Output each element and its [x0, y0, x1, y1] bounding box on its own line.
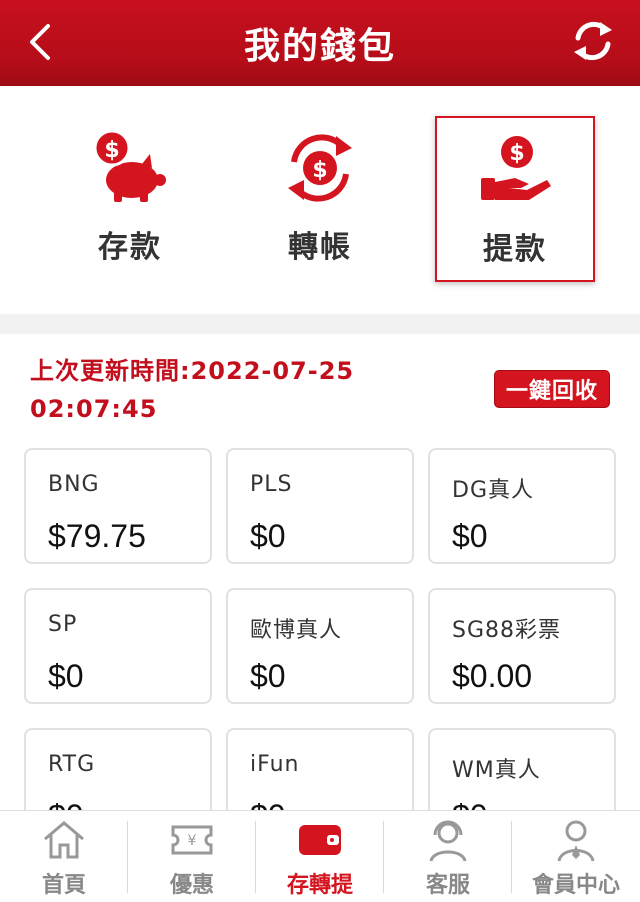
withdraw-label: 提款	[483, 232, 547, 267]
header-bar: 我的錢包	[0, 0, 640, 86]
balance-card[interactable]: SP $0	[24, 588, 212, 704]
balance-card[interactable]: RTG $0	[24, 728, 212, 810]
bottom-tab-bar: 首頁 ¥ 優惠 存轉提 客服 會員中心	[0, 810, 640, 902]
transfer-button[interactable]: $ 轉帳	[240, 116, 400, 286]
hand-coin-icon: $	[481, 136, 551, 200]
deposit-button[interactable]: $ 存款	[50, 116, 210, 286]
balance-card[interactable]: WM真人 $0	[428, 728, 616, 810]
balance-card[interactable]: 歐博真人 $0	[226, 588, 414, 704]
tab-customer-service[interactable]: 客服	[384, 811, 512, 902]
balance-amount: $0	[48, 798, 84, 810]
balance-amount: $0	[452, 798, 488, 810]
tab-label: 客服	[425, 873, 470, 898]
svg-text:$: $	[509, 141, 524, 166]
transfer-cycle-icon: $	[288, 134, 352, 202]
balance-card[interactable]: SG88彩票 $0.00	[428, 588, 616, 704]
platform-name: RTG	[48, 752, 96, 777]
wallet-actions: $ 存款 $ 轉帳 $ 提款	[0, 86, 640, 314]
transfer-label: 轉帳	[288, 230, 352, 265]
tab-label: 優惠	[169, 873, 214, 898]
balance-amount: $0	[48, 658, 84, 694]
balance-amount: $0	[452, 518, 488, 554]
deposit-label: 存款	[98, 230, 162, 265]
balance-card[interactable]: DG真人 $0	[428, 448, 616, 564]
svg-text:$: $	[312, 158, 327, 183]
tab-home[interactable]: 首頁	[0, 811, 128, 902]
one-click-recall-button[interactable]: 一鍵回收	[494, 370, 610, 408]
balance-amount: $0	[250, 798, 286, 810]
wallet-icon	[299, 825, 341, 855]
home-icon	[44, 821, 84, 859]
coupon-icon: ¥	[171, 825, 213, 855]
balance-card[interactable]: BNG $79.75	[24, 448, 212, 564]
page-title: 我的錢包	[243, 26, 396, 67]
platform-name: iFun	[250, 752, 300, 777]
platform-name: PLS	[250, 472, 293, 497]
withdraw-button[interactable]: $ 提款	[435, 116, 595, 282]
platform-name: SG88彩票	[452, 618, 562, 643]
refresh-icon[interactable]	[570, 18, 616, 64]
balance-card[interactable]: iFun $0	[226, 728, 414, 810]
platform-name: WM真人	[452, 758, 541, 783]
balance-amount: $0	[250, 658, 286, 694]
platform-name: 歐博真人	[250, 618, 343, 643]
tab-label: 存轉提	[286, 873, 353, 898]
balance-amount: $79.75	[48, 518, 146, 554]
last-updated-line2: 02:07:45	[30, 395, 158, 423]
tab-member-center[interactable]: 會員中心	[512, 811, 640, 902]
tab-promotions[interactable]: ¥ 優惠	[128, 811, 256, 902]
wallet-balances: 上次更新時間:2022-07-25 02:07:45 一鍵回收 BNG $79.…	[0, 334, 640, 810]
headset-icon	[429, 820, 467, 862]
platform-name: SP	[48, 612, 78, 637]
svg-text:$: $	[104, 138, 119, 163]
balance-card[interactable]: PLS $0	[226, 448, 414, 564]
back-arrow-icon[interactable]	[22, 22, 58, 62]
last-updated-time: 上次更新時間:2022-07-25 02:07:45	[30, 352, 410, 428]
balance-amount: $0.00	[452, 658, 533, 694]
platform-name: DG真人	[452, 478, 534, 503]
platform-name: BNG	[48, 472, 100, 497]
svg-text:¥: ¥	[188, 833, 197, 849]
last-updated-line1: 上次更新時間:2022-07-25	[30, 357, 355, 385]
balance-amount: $0	[250, 518, 286, 554]
member-icon	[557, 820, 595, 862]
piggy-bank-icon: $	[93, 129, 166, 202]
tab-wallet[interactable]: 存轉提	[256, 811, 384, 902]
tab-label: 會員中心	[531, 873, 620, 898]
tab-label: 首頁	[41, 873, 86, 898]
